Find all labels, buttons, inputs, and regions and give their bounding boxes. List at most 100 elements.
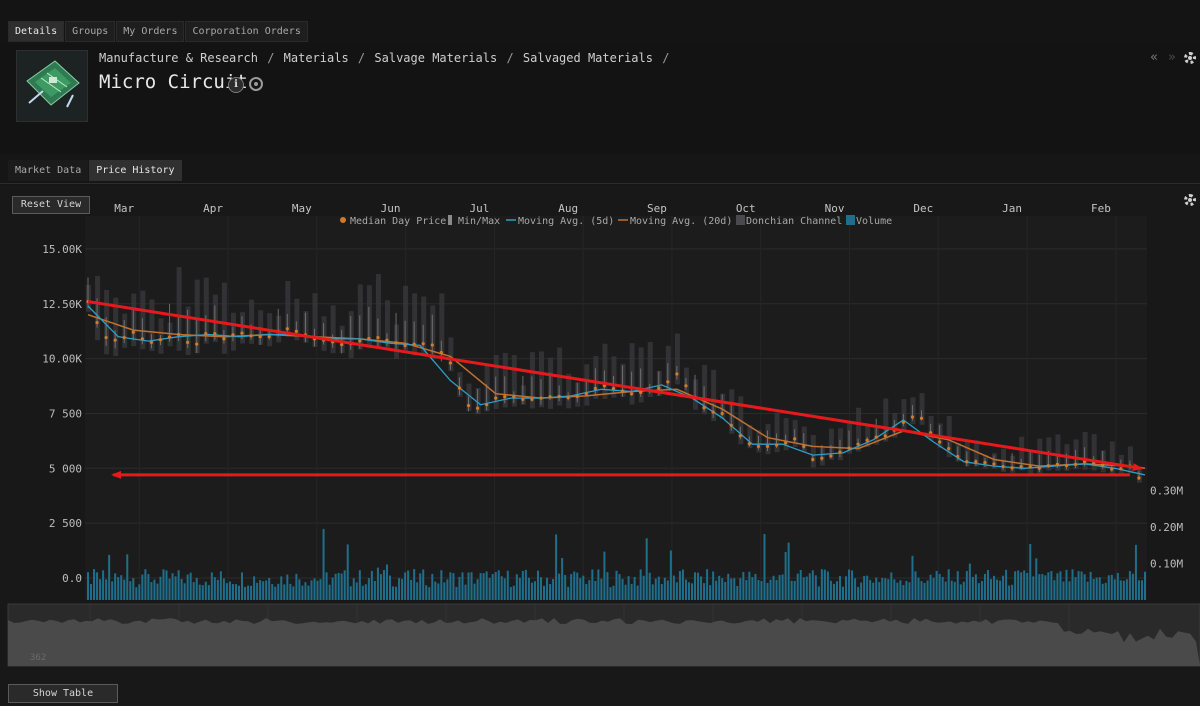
median-point [358, 339, 362, 343]
tab-price-history[interactable]: Price History [89, 160, 182, 181]
volume-bar [183, 583, 186, 600]
double-chevron-right-icon[interactable]: » [1168, 50, 1176, 65]
volume-bar [524, 569, 527, 600]
volume-bar [280, 576, 283, 600]
volume-bar [636, 585, 639, 600]
info-icon[interactable]: i [228, 77, 244, 93]
volume-bar [802, 577, 805, 600]
volume-bar [376, 567, 379, 600]
median-point [267, 335, 271, 339]
price-history-chart[interactable]: 0.0 2 500 5 000 7 500 10.00K 12.50K 15.00K 0.1… [0, 186, 1200, 706]
volume-bar [222, 578, 225, 600]
median-point [403, 343, 407, 348]
volume-bar [694, 572, 697, 600]
volume-bar [1038, 574, 1041, 600]
breadcrumb-separator: / [662, 51, 670, 65]
volume-bar [379, 574, 382, 600]
volume-bar [536, 570, 539, 600]
breadcrumb-item[interactable]: Materials [284, 51, 349, 65]
volume-bar [691, 583, 693, 600]
volume-bar [863, 575, 866, 600]
volume-bar [470, 572, 473, 600]
median-point [167, 335, 172, 339]
volume-bar [959, 584, 962, 600]
volume-bar [848, 569, 851, 600]
volume-bar [213, 577, 216, 600]
volume-bar [1002, 575, 1005, 600]
median-point [1046, 464, 1050, 468]
volume-bar [228, 581, 231, 600]
median-point [684, 384, 688, 388]
median-point [711, 410, 715, 414]
volume-bar [941, 576, 944, 600]
median-point [575, 394, 579, 398]
volume-bar [174, 576, 177, 600]
median-point [412, 342, 416, 346]
median-point [584, 392, 588, 396]
tab-details[interactable]: Details [8, 21, 65, 42]
median-point [1010, 466, 1014, 470]
volume-bar [361, 585, 364, 600]
breadcrumb-item[interactable]: Manufacture & Research [99, 51, 258, 65]
volume-bar [968, 563, 971, 600]
median-point [466, 403, 471, 408]
reset-view-button[interactable]: Reset View [12, 196, 90, 214]
median-point [802, 444, 806, 448]
breadcrumb-item[interactable]: Salvaged Materials [523, 51, 653, 65]
y-tick-label: 10.00K [42, 353, 82, 366]
volume-bar [1122, 580, 1125, 600]
tab-groups[interactable]: Groups [65, 21, 116, 42]
show-table-button[interactable]: Show Table [8, 684, 118, 703]
volume-bar [1101, 583, 1104, 600]
gear-icon[interactable] [1184, 52, 1196, 64]
median-point [639, 390, 643, 394]
median-point [947, 446, 951, 451]
median-point [186, 340, 190, 344]
median-point [901, 420, 906, 424]
volume-bar [449, 572, 452, 600]
volume-bar [99, 579, 102, 600]
gear-icon[interactable] [1184, 194, 1196, 206]
volume-bar [543, 585, 546, 600]
volume-bar [999, 580, 1002, 600]
volume-bar [902, 585, 905, 600]
volume-bar [1011, 584, 1014, 600]
navigator-label: 362 [30, 653, 47, 663]
volume-bar [159, 576, 162, 600]
volume-bar [298, 579, 301, 600]
median-point [829, 454, 833, 458]
median-point [448, 361, 452, 365]
volume-bar [349, 586, 352, 600]
volume-bar [965, 570, 968, 600]
median-point [1037, 466, 1041, 470]
volume-bar [890, 572, 893, 600]
volume-bar [920, 581, 923, 600]
volume-bar [1074, 577, 1077, 600]
wreck-icon[interactable] [249, 77, 263, 91]
breadcrumb-item[interactable]: Salvage Materials [374, 51, 497, 65]
volume-bar [817, 586, 820, 600]
volume-bar [138, 584, 141, 600]
median-point [231, 333, 235, 337]
volume-bar [612, 585, 615, 600]
volume-bar [144, 569, 147, 600]
tab-corporation-orders[interactable]: Corporation Orders [185, 21, 308, 42]
median-point [294, 329, 298, 334]
volume-bar [814, 575, 817, 600]
volume-bar [135, 587, 138, 600]
legend-label: Moving Avg. (20d) [630, 216, 732, 227]
volume-bar [808, 573, 811, 600]
tab-my-orders[interactable]: My Orders [116, 21, 185, 42]
volume-bar [1035, 558, 1038, 600]
volume-bar [186, 574, 189, 600]
tab-market-data[interactable]: Market Data [8, 160, 89, 181]
median-point [1073, 462, 1078, 466]
median-point [747, 442, 751, 446]
volume-bar [1107, 575, 1110, 600]
median-point [657, 386, 661, 390]
double-chevron-left-icon[interactable]: « [1150, 50, 1158, 65]
volume-bar [681, 569, 684, 600]
volume-bar [117, 577, 120, 600]
volume-bar [87, 572, 89, 600]
median-point [811, 457, 815, 462]
